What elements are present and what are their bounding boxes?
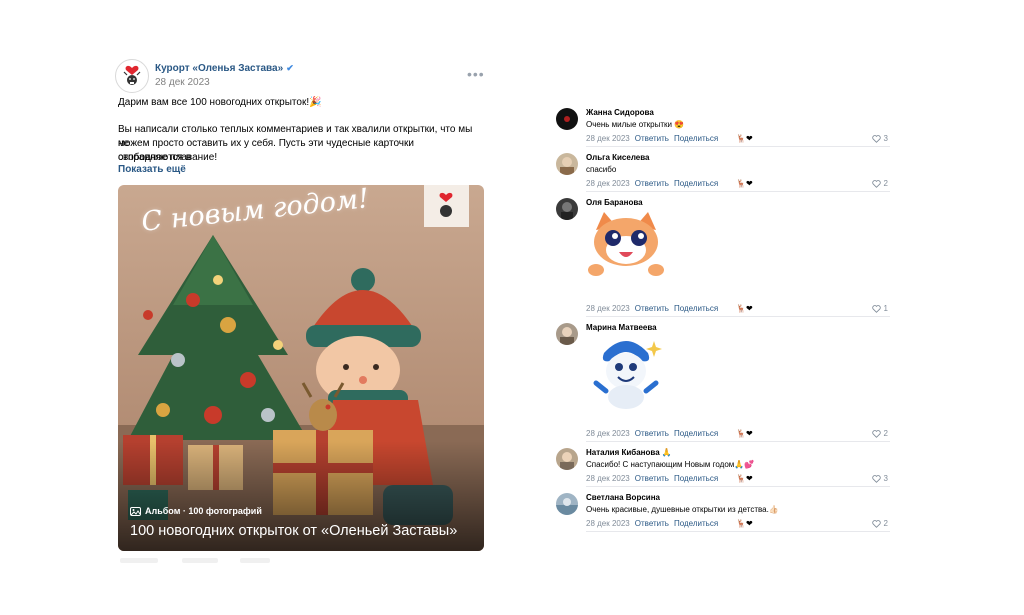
divider	[586, 486, 890, 487]
comment-date[interactable]: 28 дек 2023	[586, 134, 630, 143]
post-text-line1: Дарим вам все 100 новогодних открыток!🎉	[118, 97, 322, 108]
heart-outline-icon	[871, 134, 881, 143]
reply-link[interactable]: Ответить	[635, 519, 669, 528]
divider	[586, 146, 890, 147]
like-button[interactable]: 1	[871, 304, 888, 313]
like-button[interactable]: 2	[871, 179, 888, 188]
like-button[interactable]: 3	[871, 134, 888, 143]
comment-author[interactable]: Марина Матвеева	[586, 323, 657, 332]
album-meta: Альбом · 100 фотографий	[130, 506, 262, 516]
like-count: 3	[883, 134, 888, 143]
action-placeholder	[240, 558, 270, 563]
comment-footer: 28 дек 2023 Ответить Поделиться	[586, 304, 723, 313]
album-cover[interactable]: С новым годом! Альбом · 100 фотографий 1…	[118, 185, 484, 551]
reply-link[interactable]: Ответить	[635, 179, 669, 188]
like-button[interactable]: 3	[871, 474, 888, 483]
divider	[586, 316, 890, 317]
comment-footer: 28 дек 2023 Ответить Поделиться	[586, 429, 723, 438]
group-reaction-icon: 🦌❤	[736, 429, 753, 438]
heart-outline-icon	[871, 474, 881, 483]
reply-link[interactable]: Ответить	[635, 429, 669, 438]
group-reaction-icon: 🦌❤	[736, 519, 753, 528]
divider	[586, 191, 890, 192]
group-reaction-icon: 🦌❤	[736, 474, 753, 483]
share-link[interactable]: Поделиться	[674, 519, 718, 528]
like-button[interactable]: 2	[871, 519, 888, 528]
comment-footer: 28 дек 2023 Ответить Поделиться	[586, 179, 723, 188]
comment-author[interactable]: Наталия Кибанова 🙏	[586, 448, 672, 457]
like-count: 3	[883, 474, 888, 483]
show-more-link[interactable]: Показать ещё	[118, 164, 186, 175]
share-link[interactable]: Поделиться	[674, 429, 718, 438]
like-count: 2	[883, 519, 888, 528]
group-reaction-icon: 🦌❤	[736, 134, 753, 143]
cat-sticker	[588, 212, 664, 286]
comment-date[interactable]: 28 дек 2023	[586, 179, 630, 188]
share-link[interactable]: Поделиться	[674, 134, 718, 143]
album-icon	[130, 506, 141, 516]
comment-author[interactable]: Оля Баранова	[586, 198, 643, 207]
author-name[interactable]: Курорт «Оленья Застава» ✔	[155, 63, 294, 74]
like-count: 2	[883, 179, 888, 188]
comment-date[interactable]: 28 дек 2023	[586, 429, 630, 438]
comment-author[interactable]: Ольга Киселева	[586, 153, 650, 162]
share-link[interactable]: Поделиться	[674, 474, 718, 483]
divider	[586, 531, 890, 532]
comment-text: Очень милые открытки 😍	[586, 120, 685, 129]
avatar[interactable]	[556, 108, 578, 130]
post-text-para-3: свободное плавание!	[118, 152, 218, 163]
comment-date[interactable]: 28 дек 2023	[586, 519, 630, 528]
group-reaction-icon: 🦌❤	[736, 179, 753, 188]
heart-outline-icon	[871, 304, 881, 313]
comment-text: Спасибо! С наступающим Новым годом🙏💕	[586, 460, 755, 469]
avatar[interactable]	[556, 153, 578, 175]
christmas-card-illustration	[118, 185, 484, 551]
album-title: 100 новогодних открыток от «Оленьей Заст…	[130, 523, 458, 539]
share-link[interactable]: Поделиться	[674, 179, 718, 188]
comment-footer: 28 дек 2023 Ответить Поделиться	[586, 134, 723, 143]
comment-author[interactable]: Светлана Ворсина	[586, 493, 660, 502]
post-menu-button[interactable]: •••	[467, 66, 485, 82]
avatar[interactable]	[556, 493, 578, 515]
divider	[586, 441, 890, 442]
action-placeholder	[182, 558, 218, 563]
snowman-sticker	[593, 341, 662, 409]
group-reaction-icon: 🦌❤	[736, 304, 753, 313]
album-meta-label: Альбом · 100 фотографий	[145, 506, 262, 516]
comment-text: Очень красивые, душевные открытки из дет…	[586, 505, 779, 514]
comments-list: Жанна Сидорова Очень милые открытки 😍 28…	[556, 0, 890, 540]
heart-outline-icon	[871, 429, 881, 438]
verified-check-icon: ✔	[286, 63, 294, 73]
reply-link[interactable]: Ответить	[635, 474, 669, 483]
like-button[interactable]: 2	[871, 429, 888, 438]
avatar[interactable]	[556, 323, 578, 345]
avatar[interactable]	[556, 448, 578, 470]
like-count: 1	[883, 304, 888, 313]
post-date[interactable]: 28 дек 2023	[155, 77, 210, 88]
comment-text: спасибо	[586, 165, 617, 174]
reply-link[interactable]: Ответить	[635, 134, 669, 143]
reply-link[interactable]: Ответить	[635, 304, 669, 313]
heart-outline-icon	[871, 179, 881, 188]
comment-author[interactable]: Жанна Сидорова	[586, 108, 654, 117]
comment-footer: 28 дек 2023 Ответить Поделиться	[586, 474, 723, 483]
comment-date[interactable]: 28 дек 2023	[586, 474, 630, 483]
comment-footer: 28 дек 2023 Ответить Поделиться	[586, 519, 723, 528]
heart-outline-icon	[871, 519, 881, 528]
deer-logo-icon	[123, 65, 141, 85]
avatar[interactable]	[556, 198, 578, 220]
action-placeholder	[120, 558, 158, 563]
group-avatar[interactable]	[115, 59, 149, 93]
share-link[interactable]: Поделиться	[674, 304, 718, 313]
like-count: 2	[883, 429, 888, 438]
comment-date[interactable]: 28 дек 2023	[586, 304, 630, 313]
